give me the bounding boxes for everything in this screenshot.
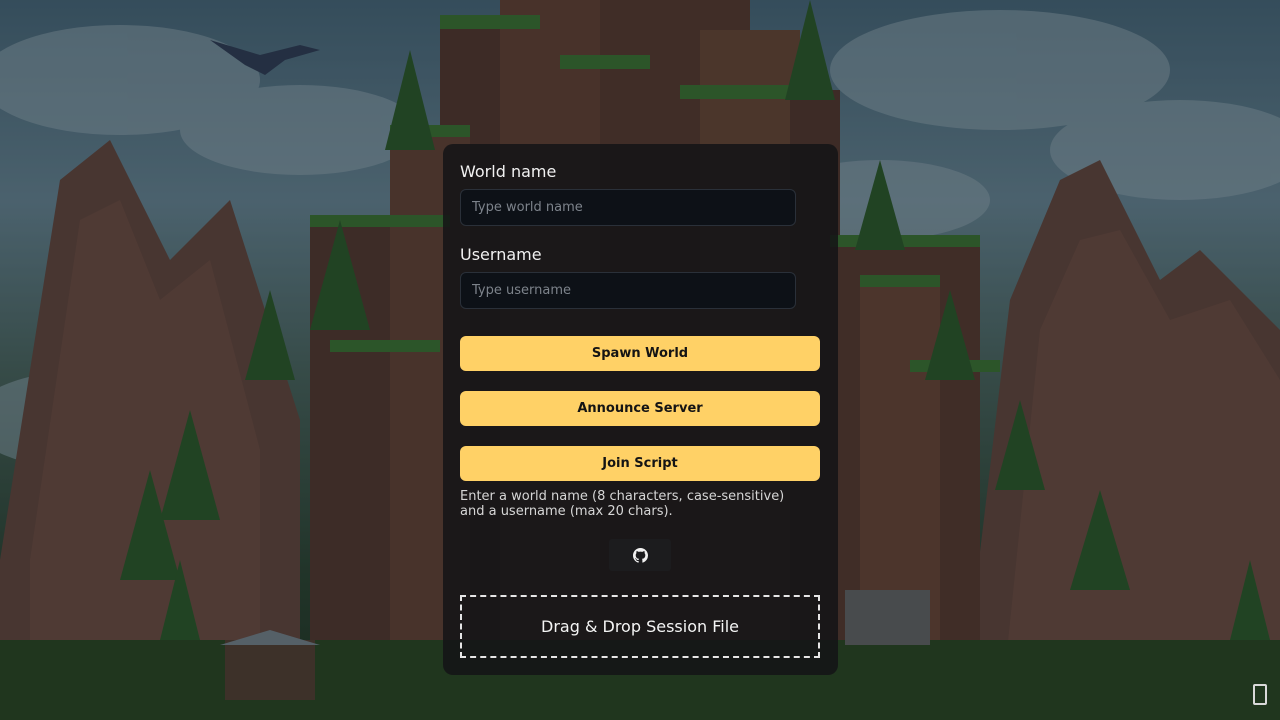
github-icon	[632, 547, 648, 563]
world-panel: World name Username Spawn World Announce…	[443, 144, 838, 675]
username-input[interactable]	[460, 272, 796, 309]
join-script-button[interactable]: Join Script	[460, 446, 820, 481]
dropzone-label: Drag & Drop Session File	[541, 617, 739, 636]
missing-glyph-icon[interactable]	[1253, 684, 1267, 705]
spawn-world-button[interactable]: Spawn World	[460, 336, 820, 371]
github-button[interactable]	[609, 539, 671, 571]
username-label: Username	[460, 245, 542, 264]
announce-server-button[interactable]: Announce Server	[460, 391, 820, 426]
world-name-label: World name	[460, 162, 557, 181]
instructions-text: Enter a world name (8 characters, case-s…	[460, 489, 785, 519]
session-file-dropzone[interactable]: Drag & Drop Session File	[460, 595, 820, 658]
world-name-input[interactable]	[460, 189, 796, 226]
